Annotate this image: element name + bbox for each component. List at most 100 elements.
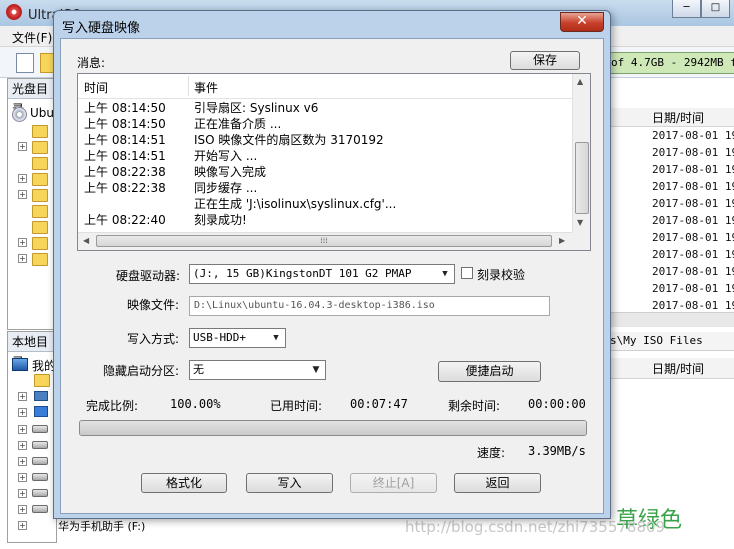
log-vertical-scrollbar[interactable]: ▲ ▼ bbox=[572, 74, 590, 232]
drive-icon[interactable] bbox=[32, 473, 48, 481]
computer-icon bbox=[12, 358, 28, 371]
local-directory-panel: 本地目录 我的电脑 + + + + + + + + + 华为手机助手 (F:) bbox=[7, 331, 145, 543]
minimize-icon[interactable]: ─ bbox=[672, 0, 701, 18]
disk-drive-label: 硬盘驱动器: bbox=[116, 269, 181, 283]
disk-drive-value: (J:, 15 GB)KingstonDT 101 G2 PMAP bbox=[193, 267, 412, 280]
expand-icon[interactable]: + bbox=[18, 473, 27, 482]
log-horizontal-scrollbar[interactable]: ◀ ⁞⁞⁞ ▶ bbox=[78, 232, 572, 250]
write-mode-value: USB-HDD+ bbox=[193, 331, 246, 344]
folder-icon[interactable] bbox=[32, 253, 48, 266]
write-mode-label: 写入方式: bbox=[127, 332, 180, 346]
expand-icon[interactable]: + bbox=[18, 238, 27, 247]
dialog-title: 写入硬盘映像 bbox=[62, 21, 141, 36]
write-button[interactable]: 写入 bbox=[246, 473, 333, 493]
close-icon[interactable]: ✕ bbox=[560, 12, 604, 32]
folder-icon[interactable] bbox=[34, 374, 50, 387]
expand-icon[interactable]: + bbox=[18, 174, 27, 183]
message-log: 时间 事件 上午 08:14:50 引导扇区: Syslinux v6 上午 0… bbox=[77, 73, 591, 251]
column-divider bbox=[188, 76, 189, 96]
back-button[interactable]: 返回 bbox=[454, 473, 541, 493]
file-date: 2017-08-01 19: bbox=[652, 299, 734, 312]
log-event: 引导扇区: Syslinux v6 bbox=[194, 101, 319, 115]
chevron-down-icon[interactable]: ▼ bbox=[309, 361, 323, 379]
completion-ratio-value: 100.00% bbox=[170, 397, 221, 411]
new-file-icon[interactable] bbox=[16, 53, 34, 73]
folder-icon[interactable] bbox=[32, 125, 48, 138]
verify-label[interactable]: 刻录校验 bbox=[477, 266, 525, 283]
log-event: 映像写入完成 bbox=[194, 165, 267, 179]
drive-icon[interactable] bbox=[32, 457, 48, 465]
maximize-icon[interactable]: □ bbox=[701, 0, 730, 18]
log-event-column-header[interactable]: 事件 bbox=[194, 79, 218, 96]
log-time: 上午 08:22:38 bbox=[84, 181, 166, 195]
phone-assistant-drive-label[interactable]: 华为手机助手 (F:) bbox=[58, 518, 145, 534]
hidden-partition-select[interactable]: 无 ▼ bbox=[189, 360, 326, 380]
log-event: 同步缓存 ... bbox=[194, 181, 258, 195]
write-mode-select[interactable]: USB-HDD+ ▼ bbox=[189, 328, 286, 348]
expand-icon[interactable]: + bbox=[18, 521, 27, 530]
ultraiso-app-icon bbox=[6, 4, 22, 20]
quick-boot-button[interactable]: 便捷启动 bbox=[438, 361, 541, 382]
folder-icon[interactable] bbox=[32, 173, 48, 186]
file-date: 2017-08-01 19: bbox=[652, 129, 734, 142]
abort-button[interactable]: 终止[A] bbox=[350, 473, 437, 493]
drive-icon[interactable] bbox=[32, 505, 48, 513]
messages-label: 消息: bbox=[77, 56, 106, 70]
file-date: 2017-08-01 19: bbox=[652, 180, 734, 193]
log-time-column-header[interactable]: 时间 bbox=[84, 79, 108, 96]
expand-icon[interactable]: + bbox=[18, 190, 27, 199]
scroll-up-icon[interactable]: ▲ bbox=[577, 77, 583, 86]
expand-icon[interactable]: + bbox=[18, 254, 27, 263]
cd-icon bbox=[12, 107, 27, 122]
main-window-controls: ─ □ bbox=[672, 0, 730, 18]
log-time: 上午 08:14:50 bbox=[84, 101, 166, 115]
file-date: 2017-08-01 19: bbox=[652, 231, 734, 244]
documents-icon[interactable] bbox=[34, 406, 48, 417]
completion-ratio-label: 完成比例: bbox=[86, 399, 139, 413]
folder-icon[interactable] bbox=[32, 189, 48, 202]
chevron-down-icon[interactable]: ▼ bbox=[438, 265, 452, 283]
log-time: 上午 08:14:51 bbox=[84, 133, 166, 147]
save-button[interactable]: 保存 bbox=[510, 51, 580, 70]
file-date: 2017-08-01 19: bbox=[652, 282, 734, 295]
local-file-list-header: 日期/时间 bbox=[610, 358, 734, 379]
expand-icon[interactable]: + bbox=[18, 505, 27, 514]
remaining-time-value: 00:00:00 bbox=[528, 397, 586, 411]
expand-icon[interactable]: + bbox=[18, 489, 27, 498]
menu-file[interactable]: 文件(F) bbox=[12, 29, 52, 46]
image-file-field[interactable]: D:\Linux\ubuntu-16.04.3-desktop-i386.iso bbox=[189, 296, 550, 316]
folder-icon[interactable] bbox=[32, 157, 48, 170]
folder-icon[interactable] bbox=[32, 237, 48, 250]
watermark-url: http://blog.csdn.net/zhi735578809 bbox=[405, 518, 666, 536]
scroll-down-icon[interactable]: ▼ bbox=[577, 218, 583, 227]
folder-icon[interactable] bbox=[32, 221, 48, 234]
log-vertical-scroll-thumb[interactable] bbox=[575, 142, 589, 214]
log-row: 上午 08:14:51 开始写入 ... bbox=[78, 147, 572, 163]
drive-icon[interactable] bbox=[32, 441, 48, 449]
desktop-icon[interactable] bbox=[34, 391, 48, 401]
date-time-column-header[interactable]: 日期/时间 bbox=[652, 109, 704, 126]
log-row: 上午 08:22:38 同步缓存 ... bbox=[78, 179, 572, 195]
drive-icon[interactable] bbox=[32, 489, 48, 497]
folder-icon[interactable] bbox=[32, 141, 48, 154]
expand-icon[interactable]: + bbox=[18, 142, 27, 151]
file-list-scrollbar[interactable] bbox=[610, 312, 734, 327]
expand-icon[interactable]: + bbox=[18, 392, 27, 401]
disk-drive-select[interactable]: (J:, 15 GB)KingstonDT 101 G2 PMAP ▼ bbox=[189, 264, 455, 284]
scroll-right-icon[interactable]: ▶ bbox=[559, 236, 565, 245]
verify-checkbox[interactable] bbox=[461, 267, 473, 279]
log-horizontal-scroll-thumb[interactable]: ⁞⁞⁞ bbox=[96, 235, 552, 247]
expand-icon[interactable]: + bbox=[18, 425, 27, 434]
expand-icon[interactable]: + bbox=[18, 441, 27, 450]
format-button[interactable]: 格式化 bbox=[141, 473, 227, 493]
drive-icon[interactable] bbox=[32, 425, 48, 433]
local-date-time-column-header[interactable]: 日期/时间 bbox=[652, 360, 704, 377]
expand-icon[interactable]: + bbox=[18, 408, 27, 417]
log-event: 刻录成功! bbox=[194, 213, 247, 227]
chevron-down-icon[interactable]: ▼ bbox=[269, 329, 283, 347]
expand-icon[interactable]: + bbox=[18, 457, 27, 466]
folder-icon[interactable] bbox=[32, 205, 48, 218]
scroll-left-icon[interactable]: ◀ bbox=[83, 236, 89, 245]
disc-capacity-bar: of 4.7GB - 2942MB free bbox=[610, 52, 734, 74]
scrollbar-corner bbox=[572, 232, 590, 250]
